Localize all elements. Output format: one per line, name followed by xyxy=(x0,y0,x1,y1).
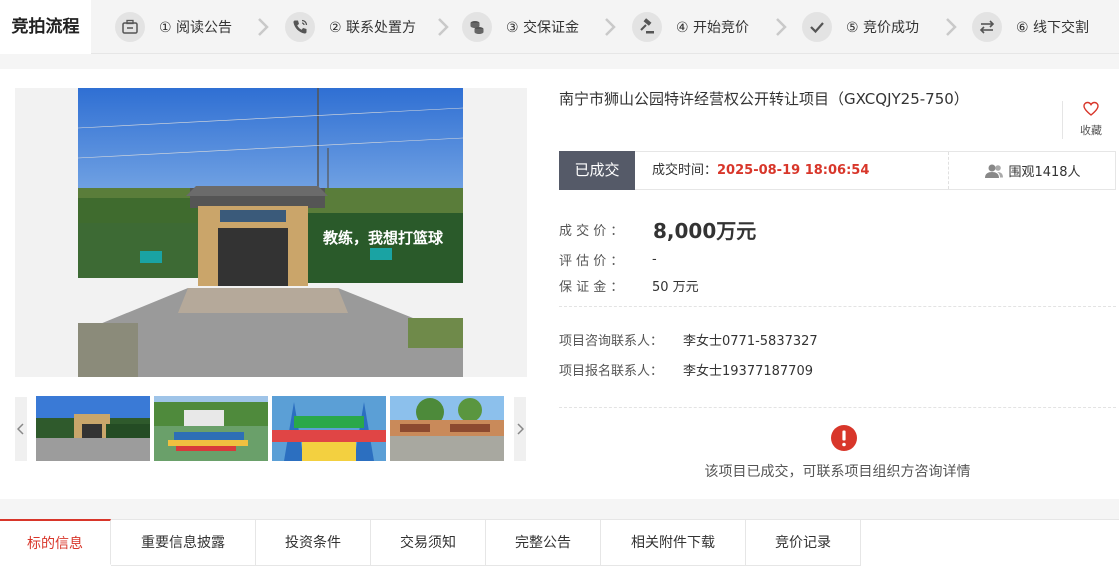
step-label: ① 阅读公告 xyxy=(159,20,233,36)
thumbnail-2[interactable] xyxy=(154,396,268,461)
chevron-left-icon xyxy=(17,423,24,435)
step-label: ⑤ 竞价成功 xyxy=(846,20,920,36)
auction-process-bar: 竞拍流程 ① 阅读公告 ② 联系处置方 ③ 交保证金 ④ 开始竞价 ⑤ 竞价成功 xyxy=(0,0,1119,54)
consult-value: 李女士0771-5837327 xyxy=(683,334,818,349)
step-offline-delivery[interactable]: ⑥ 线下交割 xyxy=(972,0,1089,54)
consult-label: 项目咨询联系人： xyxy=(559,334,664,349)
register-value: 李女士19377187709 xyxy=(683,364,813,379)
tab-bid-records[interactable]: 竞价记录 xyxy=(746,520,861,566)
chevron-right-icon xyxy=(605,18,616,36)
tab-full-announcement[interactable]: 完整公告 xyxy=(486,520,601,566)
consult-contact-row: 项目咨询联系人： 李女士0771-5837327 xyxy=(559,330,818,349)
thumbnail-1[interactable] xyxy=(36,396,150,461)
deposit-label: 保 证 金 ： xyxy=(559,280,624,295)
tab-disclosure[interactable]: 重要信息披露 xyxy=(111,520,256,566)
tab-investment-conditions[interactable]: 投资条件 xyxy=(256,520,371,566)
project-title: 南宁市狮山公园特许经营权公开转让项目（GXCQJY25-750） xyxy=(559,90,969,108)
park-entrance-image: 教练，我想打篮球 xyxy=(78,88,463,377)
coins-icon xyxy=(462,12,492,42)
deal-price-row: 成 交 价 ： 8,000万元 xyxy=(559,215,756,244)
status-badge: 已成交 xyxy=(559,151,635,190)
step-label: ② 联系处置方 xyxy=(329,20,417,36)
deal-status-bar: 已成交 成交时间：2025-08-19 18:06:54 围观1418人 xyxy=(559,151,1116,190)
users-icon xyxy=(985,164,1004,178)
tab-trading-rules[interactable]: 交易须知 xyxy=(371,520,486,566)
step-label: ③ 交保证金 xyxy=(506,20,580,36)
plaza-buildings-thumbnail xyxy=(390,396,504,461)
swap-icon xyxy=(972,12,1002,42)
tab-attachments[interactable]: 相关附件下载 xyxy=(601,520,746,566)
step-label: ⑥ 线下交割 xyxy=(1016,20,1090,36)
notice-text: 该项目已成交，可联系项目组织方咨询详情 xyxy=(704,464,971,480)
chevron-right-icon xyxy=(776,18,787,36)
detail-tabs: 标的信息 重要信息披露 投资条件 交易须知 完整公告 相关附件下载 竞价记录 xyxy=(0,519,1119,587)
alert-icon xyxy=(831,425,857,451)
divider xyxy=(559,306,1116,307)
thumbnail-4[interactable] xyxy=(390,396,504,461)
thumbnail-3[interactable] xyxy=(272,396,386,461)
project-detail-panel: 教练，我想打篮球 南宁市狮山公园特许经营权公开转让项目（GXCQJY25-750… xyxy=(0,69,1119,499)
amusement-gate-thumbnail xyxy=(272,396,386,461)
gavel-icon xyxy=(632,12,662,42)
deal-time: 成交时间：2025-08-19 18:06:54 xyxy=(652,152,869,189)
thumbnail-next-button[interactable] xyxy=(514,397,526,461)
step-read-announcement[interactable]: ① 阅读公告 xyxy=(115,0,232,54)
thumbnail-prev-button[interactable] xyxy=(15,397,27,461)
step-label: ④ 开始竞价 xyxy=(676,20,750,36)
deal-price-value: 8,000万元 xyxy=(653,219,757,243)
deal-time-label: 成交时间： xyxy=(652,163,718,178)
chevron-right-icon xyxy=(946,18,957,36)
watch-count: 围观1418人 xyxy=(948,152,1116,189)
step-pay-deposit[interactable]: ③ 交保证金 xyxy=(462,0,579,54)
deal-price-label: 成 交 价 ： xyxy=(559,224,624,239)
heart-icon xyxy=(1083,101,1099,116)
main-photo[interactable]: 教练，我想打篮球 xyxy=(15,88,527,377)
tab-target-info[interactable]: 标的信息 xyxy=(0,519,111,565)
estimate-label: 评 估 价 ： xyxy=(559,254,624,269)
step-start-bidding[interactable]: ④ 开始竞价 xyxy=(632,0,749,54)
process-title: 竞拍流程 xyxy=(0,0,91,54)
estimate-value: - xyxy=(652,252,657,267)
announcement-icon xyxy=(115,12,145,42)
park-entrance-thumbnail xyxy=(36,396,150,461)
phone-icon xyxy=(285,12,315,42)
step-contact-disposer[interactable]: ② 联系处置方 xyxy=(285,0,416,54)
chevron-right-icon xyxy=(438,18,449,36)
step-bid-success[interactable]: ⑤ 竞价成功 xyxy=(802,0,919,54)
estimate-price-row: 评 估 价 ： - xyxy=(559,250,657,269)
chevron-right-icon xyxy=(517,423,524,435)
deal-time-value: 2025-08-19 18:06:54 xyxy=(717,163,870,178)
deposit-value: 50 万元 xyxy=(652,280,699,295)
favorite-label: 收藏 xyxy=(1080,124,1102,137)
deposit-row: 保 证 金 ： 50 万元 xyxy=(559,276,699,295)
sign-text: 教练，我想打篮球 xyxy=(322,229,444,247)
watch-text: 围观1418人 xyxy=(1008,165,1081,180)
lake-boats-thumbnail xyxy=(154,396,268,461)
check-icon xyxy=(802,12,832,42)
chevron-right-icon xyxy=(258,18,269,36)
favorite-button[interactable]: 收藏 xyxy=(1062,101,1119,139)
register-contact-row: 项目报名联系人： 李女士19377187709 xyxy=(559,360,813,379)
divider xyxy=(559,407,1116,408)
register-label: 项目报名联系人： xyxy=(559,364,664,379)
